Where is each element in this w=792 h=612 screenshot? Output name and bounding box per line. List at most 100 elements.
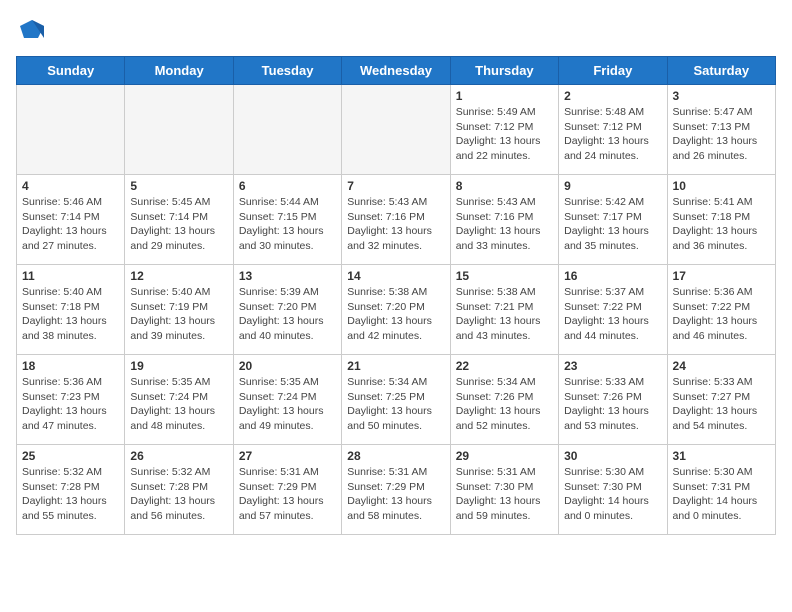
- cal-cell: 22Sunrise: 5:34 AM Sunset: 7:26 PM Dayli…: [450, 355, 558, 445]
- day-number: 13: [239, 269, 336, 283]
- cal-cell: 18 Sunrise: 5:36 AM Sunset: 7:23 PM Dayli…: [17, 355, 125, 445]
- week-row-1: 1Sunrise: 5:49 AM Sunset: 7:12 PM Daylig…: [17, 85, 776, 175]
- day-number: 4: [22, 179, 119, 193]
- cal-cell: 21 Sunrise: 5:34 AM Sunset: 7:25 PM Dayli…: [342, 355, 450, 445]
- cal-cell: 28 Sunrise: 5:31 AM Sunset: 7:29 PM Dayli…: [342, 445, 450, 535]
- cell-info: Sunrise: 5:43 AM Sunset: 7:16 PM Dayligh…: [456, 195, 553, 254]
- cell-info: Sunrise: 5:38 AM Sunset: 7:21 PM Dayligh…: [456, 285, 553, 344]
- cal-cell: 23 Sunrise: 5:33 AM Sunset: 7:26 PM Dayli…: [559, 355, 667, 445]
- cell-info: Sunrise: 5:39 AM Sunset: 7:20 PM Dayligh…: [239, 285, 336, 344]
- cal-cell: 1Sunrise: 5:49 AM Sunset: 7:12 PM Daylig…: [450, 85, 558, 175]
- logo-icon: [16, 16, 46, 46]
- logo: [16, 16, 50, 46]
- cal-cell: 25 Sunrise: 5:32 AM Sunset: 7:28 PM Dayli…: [17, 445, 125, 535]
- cell-info: Sunrise: 5:31 AM Sunset: 7:29 PM Dayligh…: [239, 465, 336, 524]
- day-header-monday: Monday: [125, 57, 233, 85]
- cell-info: Sunrise: 5:36 AM Sunset: 7:23 PM Dayligh…: [22, 375, 119, 434]
- cal-cell: 30 Sunrise: 5:30 AM Sunset: 7:30 PM Dayli…: [559, 445, 667, 535]
- cell-info: Sunrise: 5:34 AM Sunset: 7:26 PM Dayligh…: [456, 375, 553, 434]
- cal-cell: 19 Sunrise: 5:35 AM Sunset: 7:24 PM Dayli…: [125, 355, 233, 445]
- day-number: 16: [564, 269, 661, 283]
- day-number: 25: [22, 449, 119, 463]
- cal-cell: 16 Sunrise: 5:37 AM Sunset: 7:22 PM Dayli…: [559, 265, 667, 355]
- day-header-wednesday: Wednesday: [342, 57, 450, 85]
- cell-info: Sunrise: 5:30 AM Sunset: 7:30 PM Dayligh…: [564, 465, 661, 524]
- day-header-thursday: Thursday: [450, 57, 558, 85]
- cal-cell: 26 Sunrise: 5:32 AM Sunset: 7:28 PM Dayli…: [125, 445, 233, 535]
- cell-info: Sunrise: 5:32 AM Sunset: 7:28 PM Dayligh…: [130, 465, 227, 524]
- cell-info: Sunrise: 5:38 AM Sunset: 7:20 PM Dayligh…: [347, 285, 444, 344]
- day-number: 27: [239, 449, 336, 463]
- week-row-5: 25 Sunrise: 5:32 AM Sunset: 7:28 PM Dayli…: [17, 445, 776, 535]
- cal-cell: 12Sunrise: 5:40 AM Sunset: 7:19 PM Dayli…: [125, 265, 233, 355]
- cell-info: Sunrise: 5:47 AM Sunset: 7:13 PM Dayligh…: [673, 105, 770, 164]
- cal-cell: 27 Sunrise: 5:31 AM Sunset: 7:29 PM Dayli…: [233, 445, 341, 535]
- day-number: 23: [564, 359, 661, 373]
- day-number: 17: [673, 269, 770, 283]
- week-row-3: 11Sunrise: 5:40 AM Sunset: 7:18 PM Dayli…: [17, 265, 776, 355]
- cal-cell: 14 Sunrise: 5:38 AM Sunset: 7:20 PM Dayli…: [342, 265, 450, 355]
- day-number: 9: [564, 179, 661, 193]
- day-number: 24: [673, 359, 770, 373]
- cal-cell: 3 Sunrise: 5:47 AM Sunset: 7:13 PM Daylig…: [667, 85, 775, 175]
- cal-cell: [233, 85, 341, 175]
- cal-cell: 9 Sunrise: 5:42 AM Sunset: 7:17 PM Daylig…: [559, 175, 667, 265]
- cell-info: Sunrise: 5:36 AM Sunset: 7:22 PM Dayligh…: [673, 285, 770, 344]
- cell-info: Sunrise: 5:42 AM Sunset: 7:17 PM Dayligh…: [564, 195, 661, 254]
- day-number: 3: [673, 89, 770, 103]
- cell-info: Sunrise: 5:33 AM Sunset: 7:26 PM Dayligh…: [564, 375, 661, 434]
- week-row-4: 18 Sunrise: 5:36 AM Sunset: 7:23 PM Dayli…: [17, 355, 776, 445]
- day-number: 20: [239, 359, 336, 373]
- cell-info: Sunrise: 5:35 AM Sunset: 7:24 PM Dayligh…: [239, 375, 336, 434]
- cell-info: Sunrise: 5:35 AM Sunset: 7:24 PM Dayligh…: [130, 375, 227, 434]
- day-number: 30: [564, 449, 661, 463]
- day-number: 8: [456, 179, 553, 193]
- cell-info: Sunrise: 5:49 AM Sunset: 7:12 PM Dayligh…: [456, 105, 553, 164]
- cal-cell: 31 Sunrise: 5:30 AM Sunset: 7:31 PM Dayli…: [667, 445, 775, 535]
- day-number: 2: [564, 89, 661, 103]
- day-header-sunday: Sunday: [17, 57, 125, 85]
- cal-cell: 13 Sunrise: 5:39 AM Sunset: 7:20 PM Dayli…: [233, 265, 341, 355]
- day-number: 19: [130, 359, 227, 373]
- cell-info: Sunrise: 5:30 AM Sunset: 7:31 PM Dayligh…: [673, 465, 770, 524]
- cal-cell: 24 Sunrise: 5:33 AM Sunset: 7:27 PM Dayli…: [667, 355, 775, 445]
- day-header-saturday: Saturday: [667, 57, 775, 85]
- day-number: 15: [456, 269, 553, 283]
- day-number: 7: [347, 179, 444, 193]
- cell-info: Sunrise: 5:31 AM Sunset: 7:29 PM Dayligh…: [347, 465, 444, 524]
- cal-cell: 2Sunrise: 5:48 AM Sunset: 7:12 PM Daylig…: [559, 85, 667, 175]
- day-number: 31: [673, 449, 770, 463]
- cal-cell: 29Sunrise: 5:31 AM Sunset: 7:30 PM Dayli…: [450, 445, 558, 535]
- calendar-table: SundayMondayTuesdayWednesdayThursdayFrid…: [16, 56, 776, 535]
- cell-info: Sunrise: 5:45 AM Sunset: 7:14 PM Dayligh…: [130, 195, 227, 254]
- day-number: 26: [130, 449, 227, 463]
- cell-info: Sunrise: 5:43 AM Sunset: 7:16 PM Dayligh…: [347, 195, 444, 254]
- cal-cell: 10 Sunrise: 5:41 AM Sunset: 7:18 PM Dayli…: [667, 175, 775, 265]
- cell-info: Sunrise: 5:32 AM Sunset: 7:28 PM Dayligh…: [22, 465, 119, 524]
- day-number: 14: [347, 269, 444, 283]
- cal-cell: 15 Sunrise: 5:38 AM Sunset: 7:21 PM Dayli…: [450, 265, 558, 355]
- cal-cell: 7 Sunrise: 5:43 AM Sunset: 7:16 PM Daylig…: [342, 175, 450, 265]
- day-number: 12: [130, 269, 227, 283]
- cell-info: Sunrise: 5:34 AM Sunset: 7:25 PM Dayligh…: [347, 375, 444, 434]
- day-number: 10: [673, 179, 770, 193]
- cell-info: Sunrise: 5:37 AM Sunset: 7:22 PM Dayligh…: [564, 285, 661, 344]
- cal-cell: 4 Sunrise: 5:46 AM Sunset: 7:14 PM Daylig…: [17, 175, 125, 265]
- cal-cell: 6Sunrise: 5:44 AM Sunset: 7:15 PM Daylig…: [233, 175, 341, 265]
- cell-info: Sunrise: 5:31 AM Sunset: 7:30 PM Dayligh…: [456, 465, 553, 524]
- page-header: [16, 16, 776, 46]
- day-number: 5: [130, 179, 227, 193]
- cal-cell: 11Sunrise: 5:40 AM Sunset: 7:18 PM Dayli…: [17, 265, 125, 355]
- cal-cell: 20 Sunrise: 5:35 AM Sunset: 7:24 PM Dayli…: [233, 355, 341, 445]
- cell-info: Sunrise: 5:41 AM Sunset: 7:18 PM Dayligh…: [673, 195, 770, 254]
- cell-info: Sunrise: 5:33 AM Sunset: 7:27 PM Dayligh…: [673, 375, 770, 434]
- cell-info: Sunrise: 5:44 AM Sunset: 7:15 PM Dayligh…: [239, 195, 336, 254]
- cal-cell: 17 Sunrise: 5:36 AM Sunset: 7:22 PM Dayli…: [667, 265, 775, 355]
- cal-cell: [342, 85, 450, 175]
- cal-cell: [125, 85, 233, 175]
- day-number: 28: [347, 449, 444, 463]
- cell-info: Sunrise: 5:46 AM Sunset: 7:14 PM Dayligh…: [22, 195, 119, 254]
- day-number: 18: [22, 359, 119, 373]
- day-header-tuesday: Tuesday: [233, 57, 341, 85]
- day-number: 21: [347, 359, 444, 373]
